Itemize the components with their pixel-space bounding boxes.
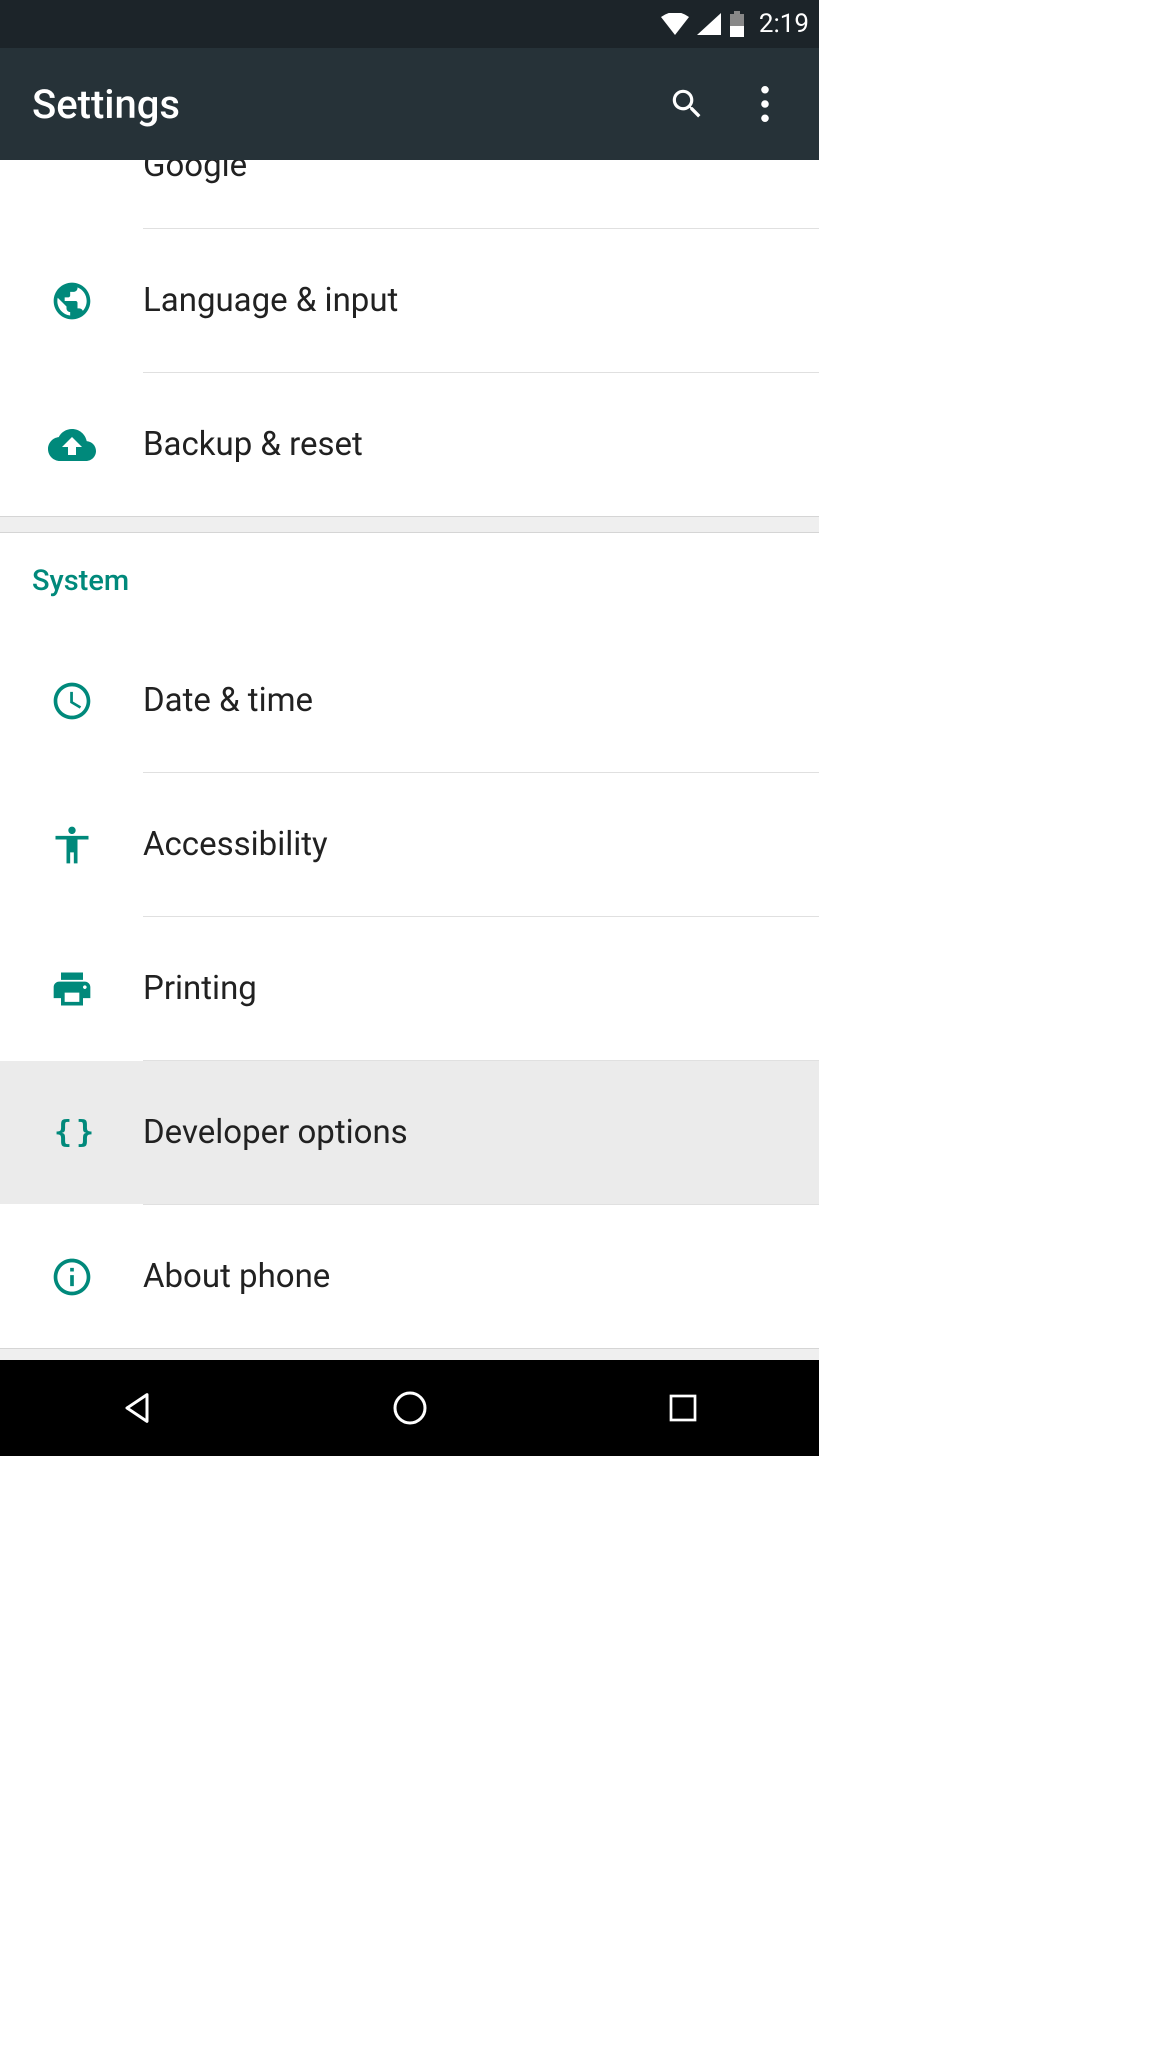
settings-item-label: Developer options xyxy=(143,1113,408,1152)
nav-home-button[interactable] xyxy=(320,1373,500,1443)
search-icon xyxy=(668,85,706,123)
app-bar: Settings xyxy=(0,48,819,160)
settings-item-google[interactable]: Google xyxy=(0,160,819,228)
settings-item-label: Language & input xyxy=(143,281,398,320)
status-bar: 2:19 xyxy=(0,0,819,48)
wifi-icon xyxy=(661,13,689,35)
navigation-bar xyxy=(0,1360,819,1456)
list-bottom-gap xyxy=(0,1348,819,1360)
nav-recent-button[interactable] xyxy=(593,1373,773,1443)
section-divider xyxy=(0,516,819,533)
settings-item-backup-reset[interactable]: Backup & reset xyxy=(0,373,819,516)
cellular-signal-icon xyxy=(697,13,721,35)
settings-item-developer-options[interactable]: { } Developer options xyxy=(0,1061,819,1204)
settings-item-label: Accessibility xyxy=(143,825,328,864)
printer-icon xyxy=(50,967,94,1011)
settings-item-label: About phone xyxy=(143,1257,330,1296)
settings-item-about-phone[interactable]: About phone xyxy=(0,1205,819,1348)
overflow-menu-button[interactable] xyxy=(731,70,799,138)
more-vert-icon xyxy=(760,85,770,123)
settings-item-accessibility[interactable]: Accessibility xyxy=(0,773,819,916)
section-header-label: System xyxy=(32,564,129,598)
battery-icon xyxy=(729,11,745,37)
braces-icon: { } xyxy=(52,1118,92,1148)
settings-item-label: Date & time xyxy=(143,681,313,720)
info-icon xyxy=(50,1255,94,1299)
settings-item-label: Google xyxy=(143,160,247,185)
status-time: 2:19 xyxy=(759,9,809,39)
recent-apps-icon xyxy=(665,1390,701,1426)
clock-icon xyxy=(50,679,94,723)
settings-item-label: Printing xyxy=(143,969,257,1008)
svg-text:{: { xyxy=(54,1118,72,1148)
settings-item-printing[interactable]: Printing xyxy=(0,917,819,1060)
section-header-system: System xyxy=(0,533,819,629)
page-title: Settings xyxy=(32,81,643,128)
settings-item-language-input[interactable]: Language & input xyxy=(0,229,819,372)
cloud-upload-icon xyxy=(48,425,96,465)
accessibility-icon xyxy=(50,823,94,867)
settings-list: Google Language & input Backup & reset S… xyxy=(0,160,819,1360)
search-button[interactable] xyxy=(653,70,721,138)
globe-icon xyxy=(50,279,94,323)
home-icon xyxy=(390,1388,430,1428)
nav-back-button[interactable] xyxy=(47,1373,227,1443)
back-icon xyxy=(117,1388,157,1428)
settings-item-label: Backup & reset xyxy=(143,425,363,464)
settings-item-date-time[interactable]: Date & time xyxy=(0,629,819,772)
svg-text:}: } xyxy=(76,1118,92,1148)
